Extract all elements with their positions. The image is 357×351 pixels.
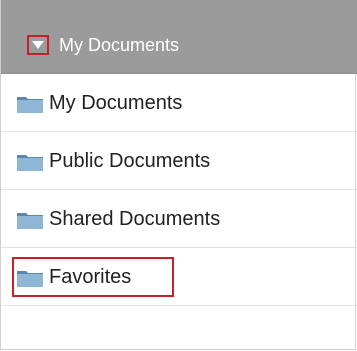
folder-item-shared-documents[interactable]: Shared Documents bbox=[1, 190, 357, 248]
folder-item-label: Shared Documents bbox=[49, 208, 221, 230]
folder-dropdown-panel: My Documents My Documents Public Documen… bbox=[0, 0, 357, 350]
folder-icon bbox=[17, 213, 43, 229]
folder-icon bbox=[17, 97, 43, 113]
triangle-down-icon bbox=[32, 41, 44, 49]
folder-item-my-documents[interactable]: My Documents bbox=[1, 74, 357, 132]
folder-list: My Documents Public Documents Shared Doc… bbox=[1, 74, 357, 306]
folder-icon bbox=[17, 271, 43, 287]
folder-item-label: Favorites bbox=[49, 266, 132, 288]
dropdown-current-folder: My Documents bbox=[59, 35, 180, 55]
folder-icon bbox=[17, 155, 43, 171]
folder-item-label: My Documents bbox=[49, 92, 183, 114]
dropdown-toggle-button[interactable] bbox=[27, 35, 49, 55]
folder-item-public-documents[interactable]: Public Documents bbox=[1, 132, 357, 190]
dropdown-header[interactable]: My Documents bbox=[1, 0, 357, 74]
folder-item-label: Public Documents bbox=[49, 150, 211, 172]
folder-item-favorites[interactable]: Favorites bbox=[1, 248, 357, 306]
